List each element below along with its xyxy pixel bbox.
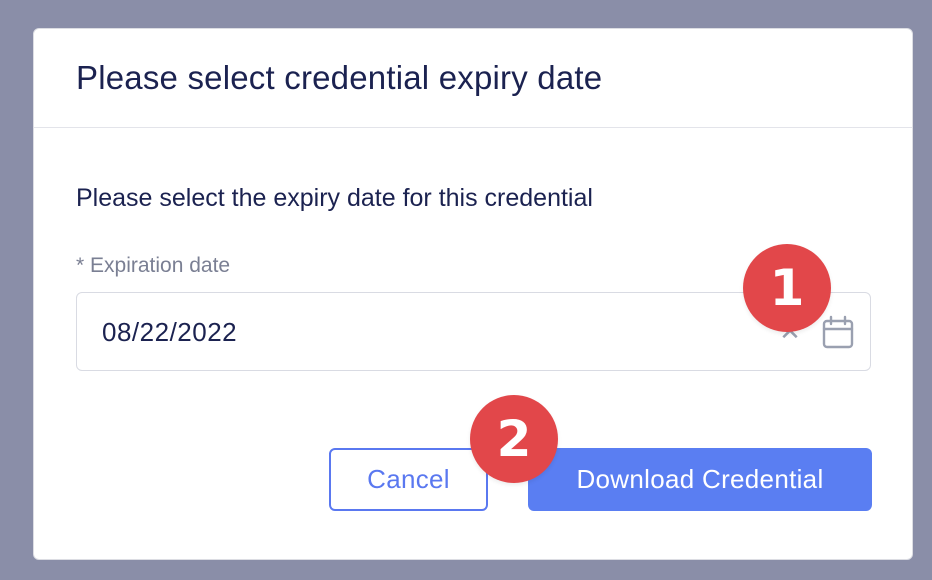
download-credential-button[interactable]: Download Credential: [528, 448, 872, 511]
instruction-text: Please select the expiry date for this c…: [76, 184, 593, 212]
calendar-icon[interactable]: [822, 315, 854, 349]
modal-header: Please select credential expiry date: [34, 29, 912, 128]
expiration-date-value: 08/22/2022: [102, 317, 238, 347]
step-badge-2: 2: [470, 395, 558, 483]
modal-title: Please select credential expiry date: [76, 59, 603, 96]
expiration-date-label: * Expiration date: [76, 254, 231, 277]
cancel-button[interactable]: Cancel: [329, 448, 488, 511]
step-badge-1: 1: [743, 244, 831, 332]
